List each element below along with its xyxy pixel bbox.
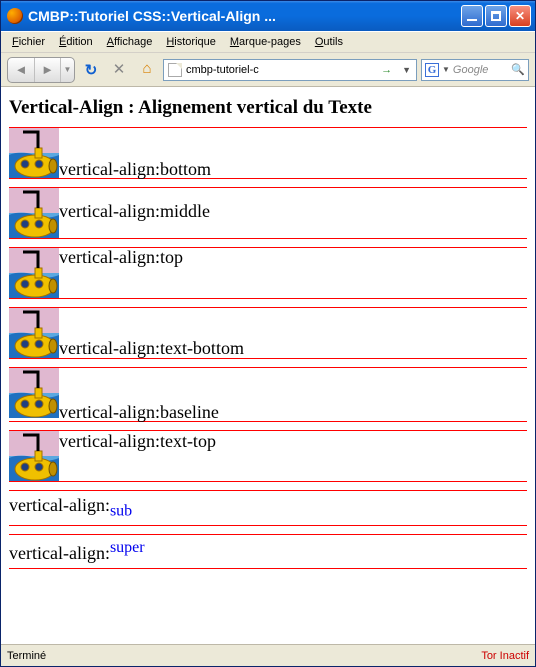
menu-bar: Fichier Édition Affichage Historique Mar… bbox=[1, 31, 535, 53]
forward-button[interactable]: ► bbox=[34, 58, 60, 82]
example-row-top: vertical-align:top bbox=[9, 247, 527, 299]
sub-value: sub bbox=[110, 503, 132, 520]
status-right: Tor Inactif bbox=[481, 650, 529, 662]
row-label: vertical-align:text-top bbox=[59, 431, 216, 451]
window-titlebar: CMBP::Tutoriel CSS::Vertical-Align ... ✕ bbox=[1, 1, 535, 31]
google-icon: G bbox=[425, 63, 439, 77]
maximize-button[interactable] bbox=[485, 5, 507, 27]
menu-edition[interactable]: Édition bbox=[52, 34, 100, 50]
example-row-middle: vertical-align:middle bbox=[9, 187, 527, 239]
url-bar[interactable]: cmbp-tutoriel-c → ▼ bbox=[163, 59, 417, 81]
search-engine-dropdown[interactable]: ▼ bbox=[442, 65, 450, 74]
menu-fichier[interactable]: Fichier bbox=[5, 34, 52, 50]
example-row-sub: vertical-align:sub bbox=[9, 490, 527, 526]
search-go-icon[interactable]: 🔍 bbox=[511, 63, 525, 76]
submarine-icon bbox=[9, 248, 59, 298]
example-row-text-bottom: vertical-align:text-bottom bbox=[9, 307, 527, 359]
menu-historique[interactable]: Historique bbox=[159, 34, 223, 50]
example-row-super: vertical-align:super bbox=[9, 534, 527, 569]
menu-outils[interactable]: Outils bbox=[308, 34, 350, 50]
status-bar: Terminé Tor Inactif bbox=[1, 644, 535, 666]
menu-marque-pages[interactable]: Marque-pages bbox=[223, 34, 308, 50]
url-dropdown[interactable]: ▼ bbox=[399, 65, 414, 75]
reload-button[interactable]: ↻ bbox=[79, 58, 103, 82]
page-icon bbox=[168, 63, 182, 77]
page-content: Vertical-Align : Alignement vertical du … bbox=[1, 87, 535, 644]
row-label: vertical-align:middle bbox=[59, 201, 210, 221]
submarine-icon bbox=[9, 128, 59, 178]
stop-button[interactable]: ✕ bbox=[107, 58, 131, 82]
row-prefix: vertical-align: bbox=[9, 543, 110, 563]
row-label: vertical-align:text-bottom bbox=[59, 338, 244, 358]
history-dropdown[interactable]: ▼ bbox=[60, 58, 74, 82]
home-button[interactable]: ⌂ bbox=[135, 58, 159, 82]
minimize-button[interactable] bbox=[461, 5, 483, 27]
row-prefix: vertical-align: bbox=[9, 495, 110, 515]
search-placeholder: Google bbox=[453, 64, 508, 76]
example-row-baseline: vertical-align:baseline bbox=[9, 367, 527, 422]
row-label: vertical-align:top bbox=[59, 247, 183, 267]
super-value: super bbox=[110, 539, 145, 556]
firefox-icon bbox=[7, 8, 23, 24]
example-row-bottom: vertical-align:bottom bbox=[9, 127, 527, 179]
search-bar[interactable]: G ▼ Google 🔍 bbox=[421, 59, 529, 81]
row-label: vertical-align:baseline bbox=[59, 402, 219, 422]
submarine-icon bbox=[9, 308, 59, 358]
submarine-icon bbox=[9, 368, 59, 418]
example-row-text-top: vertical-align:text-top bbox=[9, 430, 527, 482]
url-text: cmbp-tutoriel-c bbox=[186, 64, 374, 76]
close-button[interactable]: ✕ bbox=[509, 5, 531, 27]
submarine-icon bbox=[9, 188, 59, 238]
page-heading: Vertical-Align : Alignement vertical du … bbox=[9, 97, 527, 119]
row-label: vertical-align:bottom bbox=[59, 159, 211, 179]
go-button[interactable]: → bbox=[378, 64, 395, 76]
menu-affichage[interactable]: Affichage bbox=[100, 34, 160, 50]
window-title: CMBP::Tutoriel CSS::Vertical-Align ... bbox=[28, 8, 461, 24]
back-button[interactable]: ◄ bbox=[8, 58, 34, 82]
status-left: Terminé bbox=[7, 650, 481, 662]
submarine-icon bbox=[9, 431, 59, 481]
navigation-toolbar: ◄ ► ▼ ↻ ✕ ⌂ cmbp-tutoriel-c → ▼ G ▼ Goog… bbox=[1, 53, 535, 87]
